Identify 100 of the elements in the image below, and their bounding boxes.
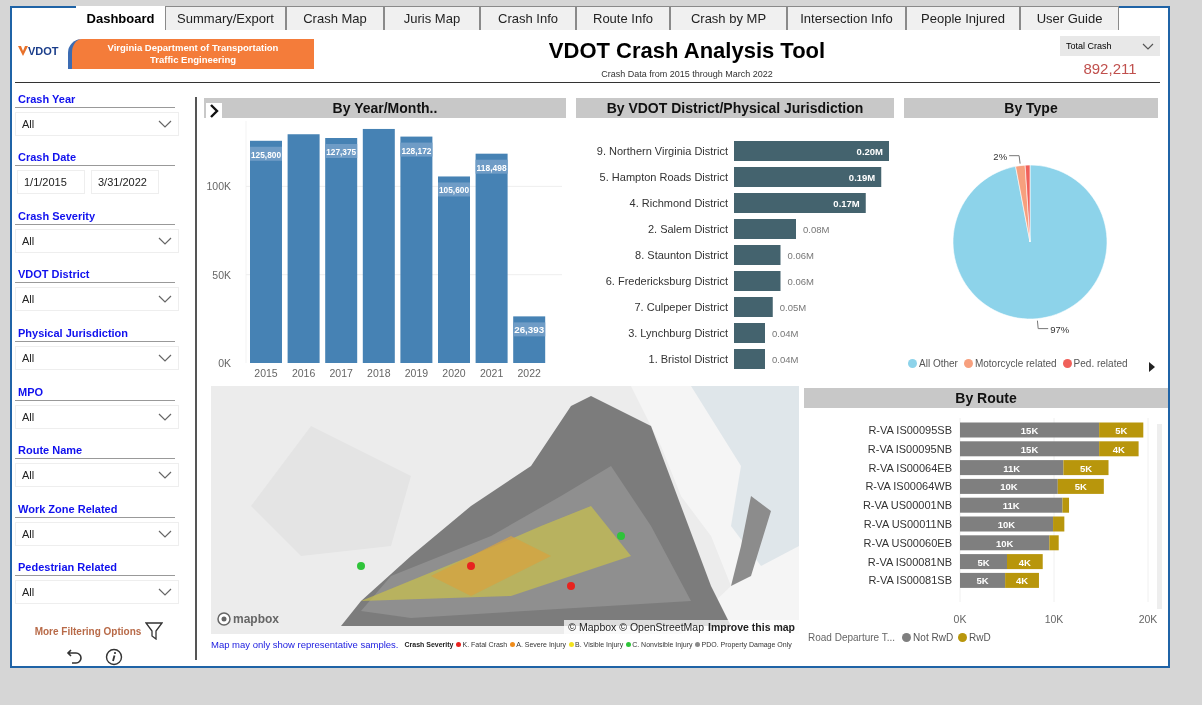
route-bar-segment[interactable]	[960, 534, 1050, 550]
expand-icon[interactable]	[206, 102, 222, 119]
year-bar[interactable]	[438, 176, 470, 363]
year-bar[interactable]	[250, 140, 282, 363]
chevron-down-icon	[158, 295, 172, 304]
legend-label: All Other	[919, 358, 958, 370]
chevron-down-icon	[158, 588, 172, 597]
route-bar-segment[interactable]	[960, 553, 1007, 569]
data-label: 15K	[1020, 443, 1039, 455]
map-note: Map may only show representative samples.	[211, 638, 399, 650]
year-bar[interactable]	[475, 153, 508, 363]
category-label: R-VA IS00081NB	[867, 555, 952, 568]
page-tab[interactable]: Intersection Info	[787, 6, 906, 30]
district-bar[interactable]	[734, 192, 866, 213]
data-label: 5K	[1074, 481, 1087, 493]
route-bar-segment[interactable]	[1099, 422, 1144, 438]
route-bar-segment[interactable]	[1062, 497, 1070, 513]
route-bar-segment[interactable]	[960, 516, 1054, 532]
filter-dropdown[interactable]: All	[15, 521, 179, 546]
page-tab[interactable]: Crash Map	[286, 6, 384, 30]
category-label: R-VA US00011NB	[863, 517, 952, 530]
year-bar[interactable]	[325, 137, 358, 363]
district-bar[interactable]	[734, 296, 773, 317]
filter-label: Route Name	[15, 444, 175, 460]
route-bar-segment[interactable]	[1007, 553, 1043, 569]
chart-title: By Year/Month..	[332, 99, 438, 116]
crash-map[interactable]: mapbox © Mapbox © OpenStreetMap Improve this map	[211, 385, 799, 634]
route-bar-segment[interactable]	[1099, 440, 1139, 456]
district-bar[interactable]	[734, 322, 765, 343]
date-field[interactable]: 1/1/2015	[17, 170, 85, 195]
next-page-icon[interactable]	[1147, 361, 1156, 372]
filter-dropdown[interactable]: All	[15, 580, 179, 605]
year-bar[interactable]	[287, 133, 320, 363]
data-label: 0.17M	[833, 197, 860, 209]
page-tab[interactable]: Summary/Export	[165, 6, 286, 30]
route-bar-segment[interactable]	[960, 440, 1100, 456]
category-label: 1. Bristol District	[648, 352, 728, 365]
route-bar-segment[interactable]	[1049, 534, 1059, 550]
funnel-icon[interactable]	[145, 622, 164, 640]
improve-map-link[interactable]: Improve this map	[708, 620, 795, 633]
chevron-down-icon	[158, 471, 172, 480]
date-field[interactable]: 3/31/2022	[91, 170, 159, 195]
district-bar[interactable]	[734, 348, 765, 369]
info-icon[interactable]	[105, 648, 123, 666]
report-title: VDOT Crash Analysis Tool	[548, 38, 826, 64]
data-label: 10K	[1000, 481, 1018, 493]
measure-dropdown[interactable]: Total Crash	[1060, 36, 1160, 56]
data-label: 4K	[1015, 575, 1029, 587]
category-label: R-VA US00001NB	[862, 498, 952, 511]
axis-label: 2017	[329, 366, 353, 379]
pie-slice[interactable]	[1024, 164, 1031, 242]
undo-icon[interactable]	[65, 648, 83, 666]
page-tab[interactable]: Crash Info	[480, 6, 576, 30]
district-bar[interactable]	[734, 166, 882, 187]
chevron-down-icon	[158, 412, 172, 421]
page-tab[interactable]: User Guide	[1020, 6, 1119, 30]
axis-label: 2018	[367, 366, 391, 379]
filter-dropdown[interactable]: All	[15, 463, 179, 488]
pie-slice[interactable]	[952, 164, 1108, 319]
page-tab[interactable]: Crash by MP	[670, 6, 787, 30]
banner-text: Traffic Engineering	[149, 54, 236, 66]
vdot-logo: VDOT	[18, 45, 62, 57]
chevron-down-icon	[158, 529, 172, 538]
category-label: 8. Staunton District	[635, 248, 728, 261]
route-bar-segment[interactable]	[960, 497, 1063, 513]
year-bar[interactable]	[362, 128, 395, 363]
legend-label: Ped. related	[1073, 358, 1128, 370]
filter-dropdown[interactable]: All	[15, 404, 179, 429]
data-label: 125,800	[251, 148, 286, 160]
route-bar-segment[interactable]	[960, 478, 1058, 494]
page-tab[interactable]: Route Info	[576, 6, 670, 30]
route-bar-segment[interactable]	[960, 422, 1100, 438]
route-bar-segment[interactable]	[1063, 459, 1109, 475]
filter-dropdown[interactable]: All	[15, 346, 179, 371]
category-label: 5. Hampton Roads District	[599, 170, 728, 183]
district-bar[interactable]	[734, 218, 796, 239]
filter-dropdown[interactable]: All	[15, 111, 179, 136]
year-bar[interactable]	[400, 136, 433, 363]
legend-label: RwD	[969, 631, 991, 643]
axis-label: 2020	[442, 366, 466, 379]
route-bar-segment[interactable]	[1005, 572, 1039, 588]
filter-label: Pedestrian Related	[15, 561, 175, 577]
filter-dropdown[interactable]: All	[15, 228, 179, 253]
page-tab[interactable]: Juris Map	[384, 6, 480, 30]
legend-label: Motorcycle related	[974, 358, 1057, 370]
more-filters-link[interactable]: More Filtering Options	[34, 625, 142, 637]
filter-dropdown[interactable]: All	[15, 287, 179, 312]
district-bar[interactable]	[734, 244, 781, 265]
data-label: 2%	[993, 150, 1008, 162]
filter-label: MPO	[15, 385, 175, 401]
district-bar[interactable]	[734, 140, 889, 161]
data-label: 0.20M	[856, 145, 883, 157]
page-tab[interactable]: People Injured	[906, 6, 1020, 30]
report-subtitle: Crash Data from 2015 through March 2022	[601, 69, 773, 79]
route-bar-segment[interactable]	[960, 572, 1006, 588]
data-label: 105,600	[439, 184, 474, 196]
route-bar-segment[interactable]	[1053, 516, 1065, 532]
route-bar-segment[interactable]	[1057, 478, 1104, 494]
route-bar-segment[interactable]	[960, 459, 1064, 475]
district-bar[interactable]	[734, 270, 781, 291]
